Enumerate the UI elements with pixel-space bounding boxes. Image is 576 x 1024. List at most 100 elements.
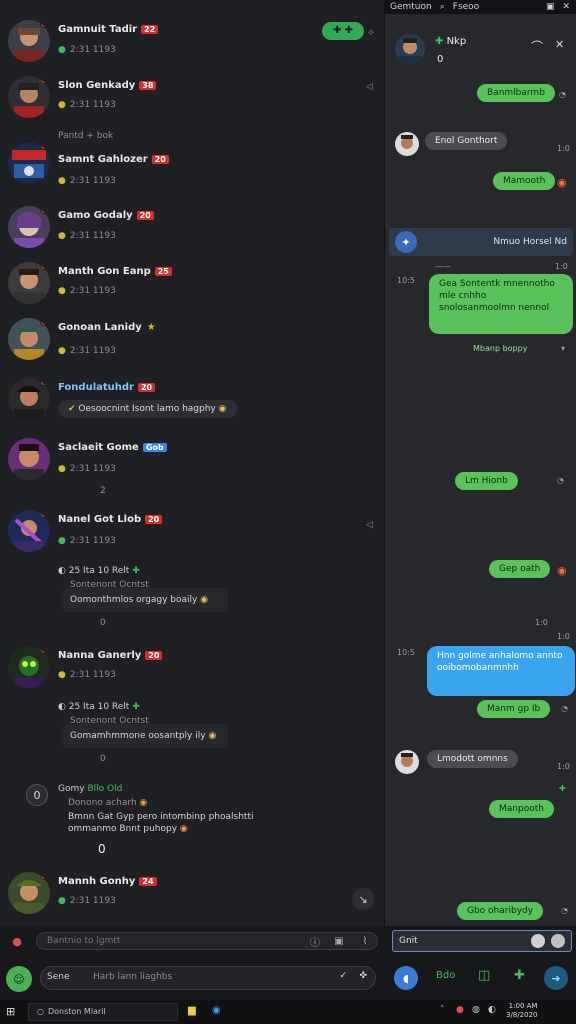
contact-name: Gamo Godaly 20 [58,210,154,221]
image-icon[interactable]: ▣ [328,930,350,952]
reaction-icon[interactable]: ◔ [561,704,568,713]
list-item[interactable]: Gamo Godaly 20 ● 2:31 1193 [0,204,384,260]
unread-badge: Gob [142,442,167,452]
list-item[interactable]: Pantd + bok Samnt Gahlozer 20 ● 2:31 1193 [0,128,384,192]
timestamp: 1:0 [557,632,570,641]
avatar [8,646,50,688]
windows-start-icon[interactable]: ⊞ [6,1005,15,1018]
attach-icon[interactable]: ⌇ [354,930,376,952]
chat-avatar[interactable] [395,34,425,64]
status-icon: ● [58,286,66,296]
clock[interactable]: 1:00 AM 3/8/2020 [506,1002,537,1020]
unread-badge: 20 [151,154,169,164]
message-bubble-incoming[interactable]: Lmodott omnns [427,750,518,768]
list-item[interactable]: Slon Genkady 38 ● 2:31 1193 ◁ [0,74,384,130]
message-input[interactable]: Gnit [392,930,572,952]
emoji-button[interactable]: ☺ [6,966,32,992]
reply-icon: ◐ [58,702,66,712]
reaction-icon[interactable]: ◔ [559,90,566,99]
message-bubble-outgoing[interactable]: Lm Hionb [455,472,518,490]
pin-icon[interactable]: ◁ [366,82,373,92]
tray-app-icon[interactable]: ● [456,1005,464,1015]
quoted-message: Oomonthmlos orgagy boaily ◉ [62,588,228,612]
message-bubble-outgoing[interactable]: Manpooth [489,800,554,818]
message-bubble-incoming[interactable]: Enol Gonthort [425,132,508,150]
message-bubble-outgoing[interactable]: Hnn golme anhalomo annto ooibomobanmnhh [427,646,575,696]
list-item[interactable]: Gamnuit Tadir 22 ● 2:31 1193 [0,18,384,74]
browser-icon[interactable]: ◉ [212,1005,221,1016]
message-bubble-outgoing[interactable]: Banmlbarmb [477,84,555,102]
mic-icon[interactable]: ● [6,930,28,952]
reaction-icon[interactable]: ▾ [561,344,565,353]
top-item-2[interactable]: Fseoo [453,2,479,12]
reaction-icon[interactable]: ◔ [561,906,568,915]
window-icon[interactable]: ▣ [546,2,555,12]
top-bar: Gemtuon ⌕ Fseoo ▣ ✕ [384,0,576,14]
pin-icon[interactable]: ◁ [366,520,373,530]
search-icon[interactable]: ⌕ [440,2,445,12]
list-item[interactable]: Fondulatuhdr 20 ✔ Oesoocnint Isont lamo h… [0,374,384,430]
status-icon: ● [58,100,66,110]
bottom-bar: ● Bantnio to lgmtt ⓘ ▣ ⌇ Gnit ☺ Sene Har… [0,926,576,1000]
contact-name: Mannh Gonhy 24 [58,876,157,887]
checkmark-icon[interactable]: ✓ [339,971,347,981]
message-bubble-outgoing[interactable]: Manm gp Ib [477,700,551,718]
conversation-list: ✚ ✚ ⟡ Gamnuit Tadir 22 ● 2:31 1193 Slon Ge… [0,0,384,926]
send-button[interactable]: ➜ [544,966,568,990]
tab-button[interactable]: Bdo [436,970,455,981]
list-item[interactable]: Nanna Ganerly 20 ● 2:31 1193 [0,642,384,698]
message-preview: ✔ Oesoocnint Isont lamo hagphy ◉ [58,400,237,418]
grid-icon[interactable]: ◫ [478,968,490,983]
emoji-icon[interactable] [531,934,545,948]
emoji-icon: ◉ [208,731,217,741]
reaction-icon[interactable]: ◔ [557,476,564,485]
gift-icon[interactable]: ✜ [359,971,367,981]
status-icon: ● [58,176,66,186]
send-icon[interactable] [551,934,565,948]
network-icon[interactable]: ◍ [472,1005,480,1015]
emoji-icon: ◉ [200,595,209,605]
star-icon: ★ [146,322,156,333]
leaf-icon[interactable]: ✚ [514,968,525,983]
status-icon: ● [58,231,66,241]
info-icon[interactable]: ⓘ [304,930,326,952]
last-message-meta: ● 2:31 1193 [58,176,116,186]
message-bubble-outgoing[interactable]: Mamooth [493,172,556,190]
last-message-meta: ● 2:31 1193 [58,346,116,356]
timestamp: 1:0 [535,618,548,627]
top-item-1[interactable]: Gemtuon [390,2,432,12]
avatar [8,262,50,304]
scroll-down-button[interactable]: ↘ [352,888,374,910]
call-icon[interactable]: ⌒ [531,38,543,55]
last-message-meta: ● 2:31 1193 [58,464,116,474]
composer-input[interactable]: Sene Harb lann liaghbs ✓ ✜ [40,966,376,990]
counter-text: 0 [100,618,106,628]
list-item[interactable]: Saclaeit Gome Gob ● 2:31 1193 2 [0,436,384,500]
close-icon[interactable]: ✕ [555,38,564,51]
list-item[interactable]: Mannh Gonhy 24 ● 2:31 1193 ↘ [0,868,384,924]
message-bubble-outgoing[interactable]: Gep oath [489,560,551,578]
taskbar-search[interactable]: ○ Donston Mlaril [28,1003,178,1021]
folder-icon[interactable]: ▆ [188,1005,196,1016]
unread-badge: 20 [136,210,154,220]
sender-avatar [395,132,419,156]
last-message-meta: ● 2:31 1193 [58,670,116,680]
avatar [8,20,50,62]
search-input[interactable]: Bantnio to lgmtt [36,932,378,950]
mic-button[interactable]: ◖ [394,966,418,990]
timestamp: 1:0 [555,262,568,271]
contact-name: Slon Genkady 38 [58,80,157,91]
counter-text: 2 [100,486,106,496]
message-bubble-outgoing[interactable]: Gea Sontentk mnennotho mle cnhho snolosa… [429,274,573,334]
list-item[interactable]: Gonoan Lanidy ★ ● 2:31 1193 [0,316,384,372]
reaction-icon[interactable]: ◉ [557,176,567,189]
close-icon[interactable]: ✕ [562,2,570,12]
tray-arrow-icon[interactable]: ˄ [440,1005,445,1015]
list-item[interactable]: Manth Gon Eanp 25 ● 2:31 1193 [0,260,384,316]
list-item[interactable]: Nanel Got Llob 20 ● 2:31 1193 ◁ [0,508,384,564]
message-bubble-outgoing[interactable]: Gbo oharibydy [457,902,544,920]
reaction-icon[interactable]: ◉ [557,564,567,577]
leaf-icon: ✚ [559,784,566,793]
info-icon[interactable]: 0 [26,784,48,806]
volume-icon[interactable]: ◐ [488,1005,496,1015]
